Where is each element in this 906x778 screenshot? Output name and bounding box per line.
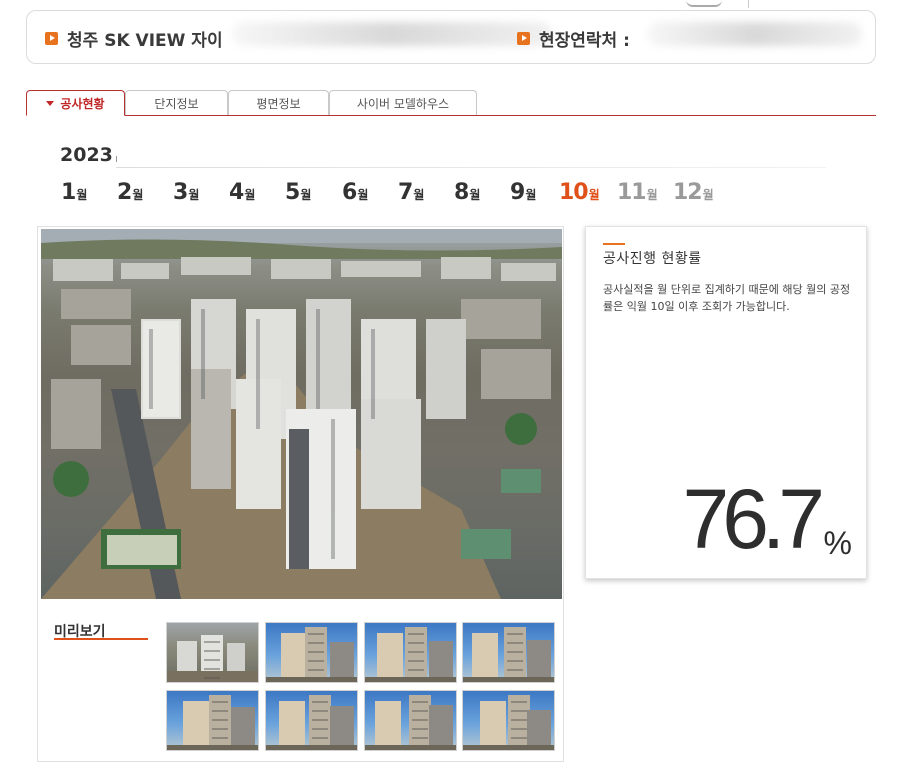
year-label: 2023 (60, 144, 113, 166)
tab-label: 단지정보 (154, 96, 199, 111)
title-accent (603, 243, 625, 245)
month-number: 9 (510, 180, 525, 205)
progress-title: 공사진행 현황률 (603, 251, 702, 267)
month-unit: 월 (469, 188, 481, 202)
thumbnail-4[interactable] (462, 622, 555, 683)
thumbnail-image (266, 627, 357, 682)
month-11: 11월 (617, 180, 658, 205)
tab-complex-info[interactable]: 단지정보 (125, 90, 228, 115)
month-1[interactable]: 1월 (61, 180, 87, 205)
play-bullet-icon (517, 32, 530, 45)
tab-label: 평면정보 (256, 96, 301, 111)
month-number: 1 (61, 180, 76, 205)
tab-cyber-model-house[interactable]: 사이버 모델하우스 (329, 90, 477, 115)
month-unit: 월 (525, 188, 537, 202)
site-name: 청주 SK VIEW 자이 (67, 31, 223, 51)
month-number: 5 (285, 180, 300, 205)
tab-construction-status[interactable]: 공사현황 (26, 90, 125, 116)
month-10[interactable]: 10월 (559, 180, 600, 205)
month-number: 11 (617, 180, 647, 205)
thumbnail-2[interactable] (265, 622, 358, 683)
month-7[interactable]: 7월 (398, 180, 424, 205)
month-6[interactable]: 6월 (342, 180, 368, 205)
month-unit: 월 (76, 188, 88, 202)
thumbnail-image (463, 695, 554, 750)
month-number: 8 (454, 180, 469, 205)
month-number: 12 (673, 180, 703, 205)
tab-baseline (26, 115, 876, 116)
month-unit: 월 (132, 188, 144, 202)
month-2[interactable]: 2월 (117, 180, 143, 205)
site-name-item: 청주 SK VIEW 자이 (45, 26, 223, 51)
month-unit: 월 (588, 188, 600, 202)
site-info-box: 청주 SK VIEW 자이 현장연락처 : (26, 10, 876, 64)
month-unit: 월 (702, 188, 714, 202)
thumbnail-image (167, 635, 258, 682)
tab-bar: 공사현황 단지정보 평면정보 사이버 모델하우스 (26, 90, 876, 116)
thumbnail-3[interactable] (364, 622, 457, 683)
top-edge (0, 0, 906, 8)
month-number: 4 (229, 180, 244, 205)
redacted-info (232, 22, 552, 46)
site-contact-item: 현장연락처 : (517, 26, 630, 51)
thumbnail-5[interactable] (166, 690, 259, 751)
thumbnail-image (365, 627, 456, 682)
month-unit: 월 (413, 188, 425, 202)
month-number: 7 (398, 180, 413, 205)
month-number: 10 (559, 180, 589, 205)
month-number: 6 (342, 180, 357, 205)
thumbnail-image (167, 695, 258, 750)
thumbnail-image (463, 627, 554, 682)
month-unit: 월 (188, 188, 200, 202)
month-unit: 월 (244, 188, 256, 202)
year-tick (116, 156, 117, 162)
thumbnail-8[interactable] (462, 690, 555, 751)
progress-note: 공사실적을 월 단위로 집계하기 때문에 해당 월의 공정률은 익월 10일 이… (603, 283, 851, 313)
divider (748, 0, 749, 8)
main-construction-photo[interactable] (41, 229, 562, 599)
month-number: 3 (173, 180, 188, 205)
contact-label: 현장연락처 : (539, 31, 630, 51)
thumbnail-image (266, 695, 357, 750)
thumbnail-1[interactable] (166, 622, 259, 683)
tab-floor-plan[interactable]: 평면정보 (228, 90, 329, 115)
month-unit: 월 (646, 188, 658, 202)
thumbnail-7[interactable] (364, 690, 457, 751)
year-divider (116, 167, 826, 168)
month-4[interactable]: 4월 (229, 180, 255, 205)
caret-down-icon (46, 100, 55, 106)
redacted-contact (647, 22, 862, 46)
month-unit: 월 (300, 188, 312, 202)
month-3[interactable]: 3월 (173, 180, 199, 205)
progress-value: 76.7 (682, 472, 825, 566)
progress-unit: % (823, 525, 852, 561)
tab-label: 공사현황 (60, 96, 105, 111)
progress-card: 공사진행 현황률 공사실적을 월 단위로 집계하기 때문에 해당 월의 공정률은… (585, 226, 867, 579)
preview-underline (54, 638, 148, 640)
month-5[interactable]: 5월 (285, 180, 311, 205)
month-unit: 월 (357, 188, 369, 202)
month-9[interactable]: 9월 (510, 180, 536, 205)
play-bullet-icon (45, 32, 58, 45)
month-8[interactable]: 8월 (454, 180, 480, 205)
thumbnail-6[interactable] (265, 690, 358, 751)
photo-panel: 미리보기 (37, 226, 564, 762)
cut-off-decoration (686, 0, 722, 7)
aerial-photo-illustration (41, 229, 562, 599)
month-12: 12월 (673, 180, 714, 205)
thumbnail-image (365, 695, 456, 750)
month-number: 2 (117, 180, 132, 205)
tab-label: 사이버 모델하우스 (356, 96, 450, 111)
